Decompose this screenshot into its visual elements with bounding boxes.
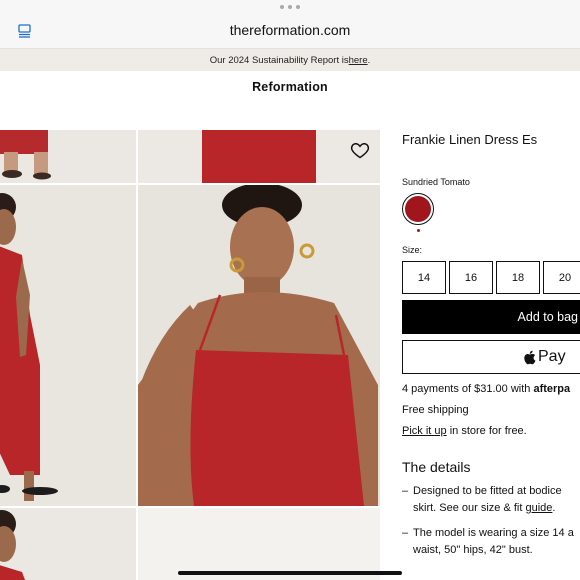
product-gallery xyxy=(0,130,380,580)
product-title: Frankie Linen Dress Es xyxy=(402,132,538,147)
fit-line-2: skirt. See our size & fit xyxy=(413,502,526,514)
pickup-rest: in store for free. xyxy=(446,425,527,437)
product-image-3[interactable] xyxy=(0,185,136,506)
announcement-suffix: . xyxy=(367,54,371,66)
shipping-text: Free shipping xyxy=(402,404,469,416)
size-option-16[interactable]: 16 xyxy=(449,261,493,294)
add-to-bag-label: Add to bag xyxy=(517,310,578,324)
more-dots-icon[interactable] xyxy=(280,5,300,11)
brand-logo[interactable]: Reformation xyxy=(0,80,580,94)
size-selector: 14 16 18 20 xyxy=(402,261,580,294)
apple-pay-button[interactable]: Pay xyxy=(402,340,580,374)
pickup-text: Pick it up in store for free. xyxy=(402,425,580,437)
product-image-5[interactable] xyxy=(0,508,136,580)
product-info-panel: Frankie Linen Dress Es Sundried Tomato S… xyxy=(402,130,580,559)
installments-text: 4 payments of $31.00 with afterpa xyxy=(402,383,580,395)
details-heading[interactable]: The details xyxy=(402,459,580,475)
afterpay-logo[interactable]: afterpa xyxy=(533,383,570,395)
apple-logo-icon xyxy=(524,350,536,364)
product-image-1[interactable] xyxy=(0,130,136,183)
details-bullet-model: – The model is wearing a size 14 a waist… xyxy=(402,527,574,556)
product-image-6[interactable] xyxy=(138,508,380,580)
announcement-bar: Our 2024 Sustainability Report is here . xyxy=(0,49,580,71)
announcement-text: Our 2024 Sustainability Report is xyxy=(209,54,349,66)
browser-toolbar: thereformation.com xyxy=(0,0,580,49)
size-option-20[interactable]: 20 xyxy=(543,261,580,294)
add-to-bag-button[interactable]: Add to bag xyxy=(402,300,580,334)
wishlist-heart-icon[interactable] xyxy=(350,140,370,160)
model-line-1: The model is wearing a size 14 a xyxy=(413,527,574,539)
home-indicator[interactable] xyxy=(178,571,402,575)
fit-line-1: Designed to be fitted at bodice xyxy=(413,485,562,497)
product-image-2[interactable] xyxy=(138,130,380,183)
fit-line-2-end: . xyxy=(552,502,556,514)
announcement-link[interactable]: here xyxy=(349,55,368,66)
size-option-14[interactable]: 14 xyxy=(402,261,446,294)
size-label: Size: xyxy=(402,245,423,255)
pickup-link[interactable]: Pick it up xyxy=(402,425,447,437)
size-guide-link[interactable]: guide xyxy=(525,502,552,514)
installments-label: 4 payments of $31.00 with xyxy=(402,383,534,395)
color-label: Sundried Tomato xyxy=(402,177,470,187)
size-option-18[interactable]: 18 xyxy=(496,261,540,294)
model-line-2: waist, 50" hips, 42" bust. xyxy=(413,544,533,556)
color-swatch-sundried-tomato[interactable] xyxy=(402,193,434,232)
address-bar-url[interactable]: thereformation.com xyxy=(0,22,580,38)
product-image-4[interactable] xyxy=(138,185,380,506)
details-bullet-fit: – Designed to be fitted at bodice skirt.… xyxy=(402,485,562,514)
apple-pay-label: Pay xyxy=(538,348,566,365)
